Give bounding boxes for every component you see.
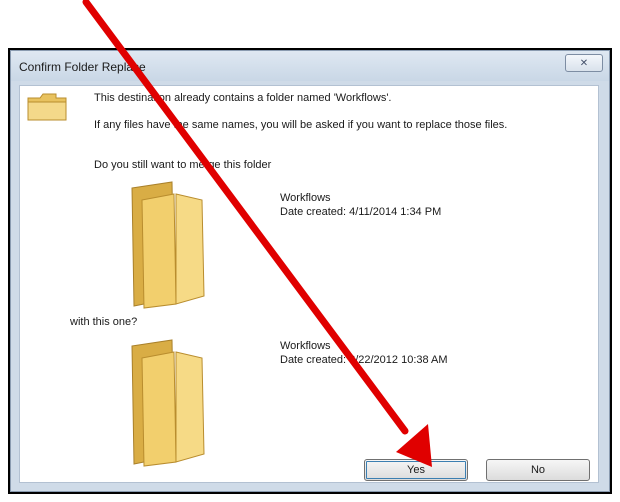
yes-button[interactable]: Yes [364, 459, 468, 481]
message-line-2: If any files have the same names, you wi… [94, 119, 508, 131]
no-button[interactable]: No [486, 459, 590, 481]
close-icon: ✕ [579, 57, 589, 69]
dialog-title: Confirm Folder Replace [19, 60, 146, 74]
dialog-content: This destination already contains a fold… [19, 85, 599, 483]
confirm-folder-replace-dialog: Confirm Folder Replace ✕ This destinatio… [10, 50, 610, 492]
source-folder-date: Date created: 4/11/2014 1:34 PM [280, 206, 442, 218]
close-button[interactable]: ✕ [565, 54, 603, 72]
source-folder-option[interactable]: Workflows Date created: 4/11/2014 1:34 P… [112, 180, 441, 312]
folder-icon [131, 181, 205, 309]
destination-folder-option[interactable]: Workflows Date created: 8/22/2012 10:38 … [112, 338, 448, 470]
destination-folder-name: Workflows [280, 340, 331, 352]
destination-folder-date: Date created: 8/22/2012 10:38 AM [280, 354, 448, 366]
title-bar: Confirm Folder Replace ✕ [11, 51, 609, 81]
source-folder-name: Workflows [280, 192, 331, 204]
message-line-1: This destination already contains a fold… [94, 92, 392, 104]
folder-icon [27, 93, 67, 121]
folder-icon [131, 339, 205, 467]
message-line-3: Do you still want to merge this folder [94, 159, 272, 171]
with-this-one-label: with this one? [70, 316, 138, 328]
